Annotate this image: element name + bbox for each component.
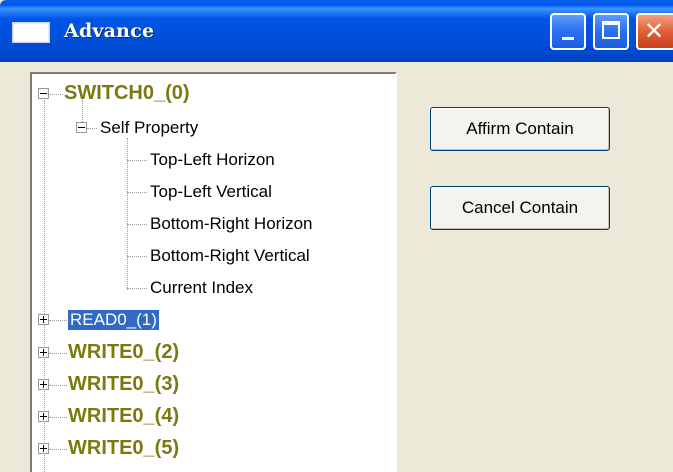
minimize-button[interactable] xyxy=(550,13,586,50)
tree-node-self-property[interactable]: Self Property xyxy=(100,118,198,138)
tree-leaf-property[interactable]: Bottom-Right Vertical xyxy=(150,246,310,266)
expand-toggle-icon[interactable] xyxy=(38,411,49,422)
tree-node-write0[interactable]: WRITE0_(5) xyxy=(68,437,179,460)
expand-toggle-icon[interactable] xyxy=(38,443,49,454)
collapse-toggle-icon[interactable] xyxy=(38,88,49,99)
window-icon xyxy=(12,22,50,43)
cancel-contain-button[interactable]: Cancel Contain xyxy=(430,186,610,230)
maximize-button[interactable] xyxy=(593,13,629,50)
expand-toggle-icon[interactable] xyxy=(38,379,49,390)
close-icon: ✕ xyxy=(644,17,665,45)
tree-node-switch0[interactable]: SWITCH0_(0) xyxy=(64,82,190,105)
tree-leaf-property[interactable]: Top-Left Vertical xyxy=(150,182,272,202)
maximize-icon xyxy=(602,21,620,39)
close-button[interactable]: ✕ xyxy=(636,13,673,50)
collapse-toggle-icon[interactable] xyxy=(76,122,87,133)
tree-leaf-property[interactable]: Bottom-Right Horizon xyxy=(150,214,313,234)
tree-leaf-property[interactable]: Current Index xyxy=(150,278,253,298)
tree-leaf-property[interactable]: Top-Left Horizon xyxy=(150,150,275,170)
tree-node-write0[interactable]: WRITE0_(4) xyxy=(68,405,179,428)
minimize-icon xyxy=(562,37,574,40)
expand-toggle-icon[interactable] xyxy=(38,347,49,358)
window-title: Advance xyxy=(64,20,155,42)
title-bar[interactable]: Advance ✕ xyxy=(0,0,673,62)
tree-node-write0[interactable]: WRITE0_(3) xyxy=(68,373,179,396)
tree-node-write0[interactable]: WRITE0_(2) xyxy=(68,341,179,364)
tree-view[interactable]: SWITCH0_(0) Self Property Top-Left Horiz… xyxy=(30,72,397,472)
expand-toggle-icon[interactable] xyxy=(38,314,49,325)
tree-node-read0[interactable]: READ0_(1) xyxy=(67,309,160,331)
affirm-contain-button[interactable]: Affirm Contain xyxy=(430,107,610,151)
